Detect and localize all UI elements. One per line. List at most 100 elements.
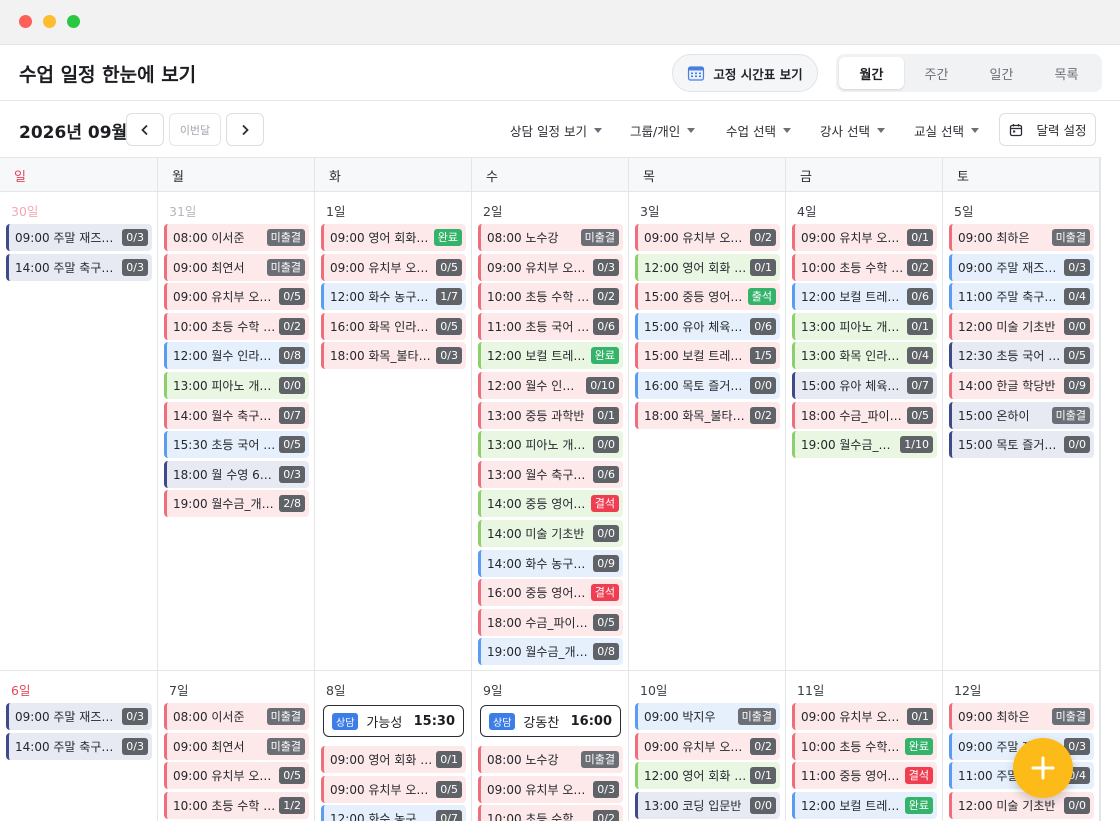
class-event[interactable]: 18:00 수금_파이어... 0/5 xyxy=(478,608,623,636)
class-event[interactable]: 18:00 화목_불타는... 0/3 xyxy=(321,342,466,370)
class-event[interactable]: 09:00 유치부 오전반 0/1 xyxy=(792,224,937,251)
class-event[interactable]: 14:00 월수 축구교실 0/7 xyxy=(164,401,309,429)
minimize-window-button[interactable] xyxy=(43,15,56,28)
class-event[interactable]: 18:00 월 수영 6시반 0/3 xyxy=(164,460,309,488)
class-event[interactable]: 12:00 화수 농구교실 0/7 xyxy=(321,805,466,821)
next-month-button[interactable] xyxy=(226,113,264,146)
class-event[interactable]: 09:00 주말 재즈댄... 0/3 xyxy=(949,253,1094,281)
class-event[interactable]: 15:00 유아 체육교실 0/6 xyxy=(635,312,780,340)
class-event[interactable]: 12:30 초등 국어 B반 0/5 xyxy=(949,342,1094,370)
class-event[interactable]: 10:00 초등 수학 A반 완료 xyxy=(792,732,937,760)
consultation-event[interactable]: 상담 강동찬 16:00 xyxy=(480,705,621,737)
class-event[interactable]: 12:00 영어 회화 B반 0/1 xyxy=(635,253,780,281)
class-event[interactable]: 16:00 화목 인라인 ... 0/5 xyxy=(321,312,466,340)
class-event[interactable]: 10:00 초등 수학 A반 1/2 xyxy=(164,791,309,819)
class-event[interactable]: 14:00 미술 기초반 0/0 xyxy=(478,520,623,547)
class-event[interactable]: 10:00 초등 수학 A반 0/2 xyxy=(164,312,309,340)
class-event[interactable]: 09:00 유치부 오전반 0/5 xyxy=(164,283,309,311)
class-event[interactable]: 12:00 보컬 트레이... 0/6 xyxy=(792,283,937,311)
class-event[interactable]: 15:00 유아 체육교실 0/7 xyxy=(792,372,937,399)
class-event[interactable]: 13:00 피아노 개인 ... 0/0 xyxy=(478,431,623,459)
tab-monthly[interactable]: 월간 xyxy=(839,57,904,89)
calendar-day[interactable]: 9일 상담 강동찬 16:00 08:00 노수강 미출결 09:00 유치부 오전반 0/3… xyxy=(472,671,629,821)
class-event[interactable]: 14:00 주말 축구교실 0/3 xyxy=(6,253,152,281)
class-event[interactable]: 09:00 박지우 미출결 xyxy=(635,703,780,730)
class-event[interactable]: 09:00 유치부 오전반 0/2 xyxy=(635,224,780,251)
class-event[interactable]: 09:00 유치부 오전반 0/1 xyxy=(792,703,937,730)
class-event[interactable]: 08:00 이서준 미출결 xyxy=(164,703,309,730)
calendar-day[interactable]: 3일 09:00 유치부 오전반 0/2 12:00 영어 회화 B반 0/1 15:00… xyxy=(629,192,786,670)
class-event[interactable]: 12:00 월수 인라인반 0/10 xyxy=(478,372,623,399)
calendar-day[interactable]: 7일 08:00 이서준 미출결 09:00 최연서 미출결 09:00 유치부 오전반 0… xyxy=(158,671,315,821)
class-event[interactable]: 14:00 주말 축구교실 0/3 xyxy=(6,732,152,760)
calendar-day[interactable]: 4일 09:00 유치부 오전반 0/1 10:00 초등 수학 A반 0/2 12:00… xyxy=(786,192,943,670)
class-event[interactable]: 11:00 초등 국어 B반 0/6 xyxy=(478,312,623,340)
calendar-settings-button[interactable]: 달력 설정 xyxy=(999,113,1096,146)
class-event[interactable]: 08:00 이서준 미출결 xyxy=(164,224,309,251)
class-event[interactable]: 09:00 최연서 미출결 xyxy=(164,253,309,281)
class-event[interactable]: 19:00 월수금_개구... 2/8 xyxy=(164,490,309,518)
class-event[interactable]: 16:00 목토 즐거운 ... 0/0 xyxy=(635,372,780,399)
class-event[interactable]: 09:00 주말 재즈댄... 0/3 xyxy=(6,703,152,730)
class-event[interactable]: 08:00 노수강 미출결 xyxy=(478,224,623,251)
group-individual-filter[interactable]: 그룹/개인 xyxy=(630,121,696,140)
calendar-day[interactable]: 1일 09:00 영어 회화 B반 완료 09:00 유치부 오전반 0/5 12:00 … xyxy=(315,192,472,670)
class-event[interactable]: 09:00 유치부 오전반 0/5 xyxy=(164,762,309,790)
class-event[interactable]: 14:00 화수 농구교실 0/9 xyxy=(478,549,623,577)
tab-list[interactable]: 목록 xyxy=(1034,57,1099,89)
calendar-day[interactable]: 31일 08:00 이서준 미출결 09:00 최연서 미출결 09:00 유치부 오전반… xyxy=(158,192,315,670)
this-month-button[interactable]: 이번달 xyxy=(169,113,221,146)
class-event[interactable]: 19:00 월수금_개구... 0/8 xyxy=(478,638,623,666)
class-event[interactable]: 12:00 보컬 트레이... 완료 xyxy=(478,342,623,370)
prev-month-button[interactable] xyxy=(126,113,164,146)
close-window-button[interactable] xyxy=(19,15,32,28)
fixed-schedule-button[interactable]: 고정 시간표 보기 xyxy=(672,54,818,92)
calendar-day[interactable]: 30일 09:00 주말 재즈댄... 0/3 14:00 주말 축구교실 0/3 xyxy=(0,192,158,670)
class-event[interactable]: 13:00 피아노 개인 ... 0/0 xyxy=(164,372,309,399)
class-event[interactable]: 13:00 중등 과학반 0/1 xyxy=(478,401,623,429)
tab-weekly[interactable]: 주간 xyxy=(904,57,969,89)
class-select-filter[interactable]: 수업 선택 xyxy=(726,121,791,140)
class-event[interactable]: 09:00 유치부 오전반 0/5 xyxy=(321,253,466,281)
class-event[interactable]: 13:00 화목 인라인 ... 0/4 xyxy=(792,342,937,370)
class-event[interactable]: 12:00 화수 농구교실 1/7 xyxy=(321,283,466,311)
class-event[interactable]: 09:00 유치부 오전반 0/3 xyxy=(478,775,623,803)
teacher-select-filter[interactable]: 강사 선택 xyxy=(820,121,885,140)
class-event[interactable]: 18:00 화목_불타는... 0/2 xyxy=(635,401,780,429)
class-event[interactable]: 08:00 노수강 미출결 xyxy=(478,746,623,773)
maximize-window-button[interactable] xyxy=(67,15,80,28)
add-schedule-button[interactable] xyxy=(1013,738,1073,798)
class-event[interactable]: 09:00 영어 회화 B반 0/1 xyxy=(321,746,466,773)
class-event[interactable]: 09:00 영어 회화 B반 완료 xyxy=(321,224,466,251)
calendar-day[interactable]: 8일 상담 가능성 15:30 09:00 영어 회화 B반 0/1 09:00 유치부 오… xyxy=(315,671,472,821)
class-event[interactable]: 13:00 코딩 입문반 0/0 xyxy=(635,791,780,819)
calendar-day[interactable]: 10일 09:00 박지우 미출결 09:00 유치부 오전반 0/2 12:00 영어 … xyxy=(629,671,786,821)
class-event[interactable]: 15:00 보컬 트레이... 1/5 xyxy=(635,342,780,370)
classroom-select-filter[interactable]: 교실 선택 xyxy=(914,121,979,140)
calendar-day[interactable]: 11일 09:00 유치부 오전반 0/1 10:00 초등 수학 A반 완료 11:00… xyxy=(786,671,943,821)
class-event[interactable]: 10:00 초등 수학 A반 0/2 xyxy=(792,253,937,281)
class-event[interactable]: 09:00 유치부 오전반 0/3 xyxy=(478,253,623,281)
class-event[interactable]: 12:00 보컬 트레이... 완료 xyxy=(792,791,937,819)
tab-daily[interactable]: 일간 xyxy=(969,57,1034,89)
class-event[interactable]: 10:00 초등 수학 A반 0/2 xyxy=(478,805,623,821)
class-event[interactable]: 14:00 중등 영어 C반 결석 xyxy=(478,490,623,518)
consultation-event[interactable]: 상담 가능성 15:30 xyxy=(323,705,464,737)
class-event[interactable]: 12:00 월수 인라인반 0/8 xyxy=(164,342,309,370)
class-event[interactable]: 19:00 월수금_개... 1/10 xyxy=(792,431,937,459)
class-event[interactable]: 15:00 중등 영어 C반 출석 xyxy=(635,283,780,311)
calendar-day[interactable]: 6일 09:00 주말 재즈댄... 0/3 14:00 주말 축구교실 0/3 xyxy=(0,671,158,821)
class-event[interactable]: 15:00 온하이 미출결 xyxy=(949,401,1094,429)
class-event[interactable]: 18:00 수금_파이어... 0/5 xyxy=(792,401,937,429)
class-event[interactable]: 09:00 최하은 미출결 xyxy=(949,703,1094,730)
consult-schedule-filter[interactable]: 상담 일정 보기 xyxy=(510,121,602,140)
class-event[interactable]: 12:00 미술 기초반 0/0 xyxy=(949,312,1094,340)
class-event[interactable]: 16:00 중등 영어 C반 결석 xyxy=(478,579,623,607)
class-event[interactable]: 09:00 최연서 미출결 xyxy=(164,732,309,760)
class-event[interactable]: 09:00 최하은 미출결 xyxy=(949,224,1094,251)
class-event[interactable]: 11:00 중등 영어 C반 결석 xyxy=(792,762,937,790)
class-event[interactable]: 11:00 주말 축구교실 0/4 xyxy=(949,283,1094,311)
class-event[interactable]: 13:00 월수 축구교실 0/6 xyxy=(478,460,623,488)
class-event[interactable]: 12:00 영어 회화 B반 0/1 xyxy=(635,762,780,790)
class-event[interactable]: 13:00 피아노 개인 ... 0/1 xyxy=(792,312,937,340)
